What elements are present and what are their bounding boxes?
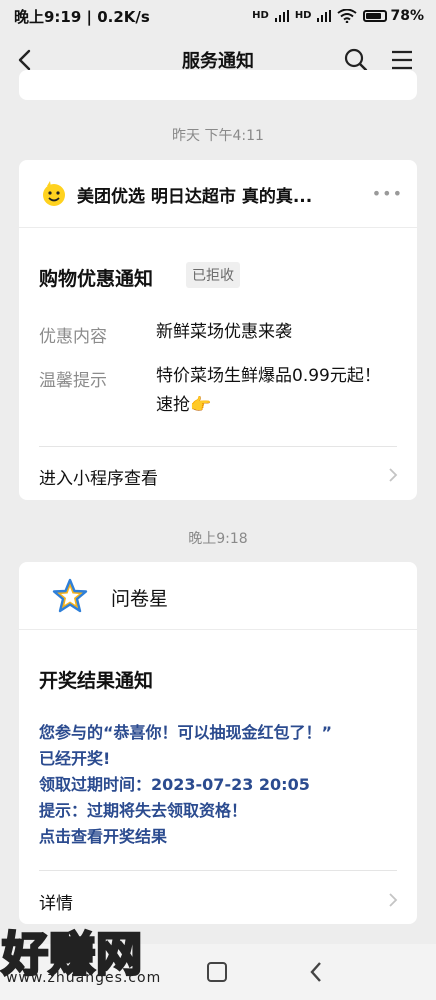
signal-icon: HD: [252, 10, 269, 21]
row-key-1: 优惠内容: [39, 327, 107, 347]
watermark-logo: 好赚网 www.zhuanges.com: [0, 918, 200, 1000]
details-link[interactable]: 详情: [39, 889, 73, 914]
app-name: 美团优选 明日达超市 真的真...: [77, 187, 313, 207]
row-value-1: 新鲜菜场优惠来袭: [156, 322, 292, 342]
divider: [39, 870, 397, 871]
battery-icon: 78%: [363, 8, 424, 24]
notice-title: 开奖结果通知: [39, 670, 154, 692]
app-name: 问卷星: [111, 588, 169, 610]
prize-line-2: 已经开奖!: [39, 749, 111, 768]
status-icons: HD HD 78%: [252, 8, 424, 24]
home-square-icon[interactable]: [207, 962, 227, 982]
prize-line-1: 您参与的“恭喜你！可以抽现金红包了！”: [39, 723, 333, 742]
star-logo-icon: [52, 578, 88, 613]
previous-card-partial: [19, 70, 417, 100]
notice-title: 购物优惠通知: [39, 268, 154, 290]
divider: [39, 446, 397, 447]
notification-card-meituan[interactable]: 美团优选 明日达超市 真的真... ••• 购物优惠通知 已拒收 优惠内容 新鲜…: [19, 160, 417, 500]
chevron-right-icon: [389, 468, 398, 482]
status-bar: 晚上9:19 | 0.2K/s HD HD 78%: [0, 0, 436, 32]
prize-line-3: 领取过期时间：2023-07-23 20:05: [39, 775, 310, 794]
divider: [19, 629, 417, 630]
system-back-icon[interactable]: [308, 960, 324, 984]
signal-bars-icon-2: [317, 10, 332, 22]
row-key-2: 温馨提示: [39, 371, 107, 391]
watermark-url: www.zhuanges.com: [6, 970, 162, 986]
status-time-speed: 晚上9:19 | 0.2K/s: [14, 7, 150, 26]
notification-card-wenjuanxing[interactable]: 问卷星 开奖结果通知 您参与的“恭喜你！可以抽现金红包了！” 已经开奖! 领取过…: [19, 562, 417, 924]
prize-message[interactable]: 您参与的“恭喜你！可以抽现金红包了！” 已经开奖! 领取过期时间：2023-07…: [39, 720, 399, 850]
status-badge: 已拒收: [186, 262, 240, 288]
wifi-icon: [337, 9, 358, 23]
prize-line-4: 提示：过期将失去领取资格！: [39, 801, 248, 820]
timestamp-1: 昨天 下午4:11: [172, 128, 264, 144]
divider: [19, 227, 417, 228]
meituan-smiley-icon: [43, 181, 65, 206]
open-miniprogram-link[interactable]: 进入小程序查看: [39, 464, 158, 489]
timestamp-2: 晚上9:18: [188, 531, 248, 547]
row-value-2: 特价菜场生鲜爆品0.99元起！速抢👉: [156, 366, 381, 415]
battery-label: 78%: [390, 8, 424, 24]
prize-line-5: 点击查看开奖结果: [39, 827, 168, 846]
signal-icon-2: HD: [294, 10, 312, 21]
more-options-icon[interactable]: •••: [372, 184, 403, 203]
signal-bars-icon: [274, 10, 289, 22]
chevron-right-icon: [389, 893, 398, 907]
